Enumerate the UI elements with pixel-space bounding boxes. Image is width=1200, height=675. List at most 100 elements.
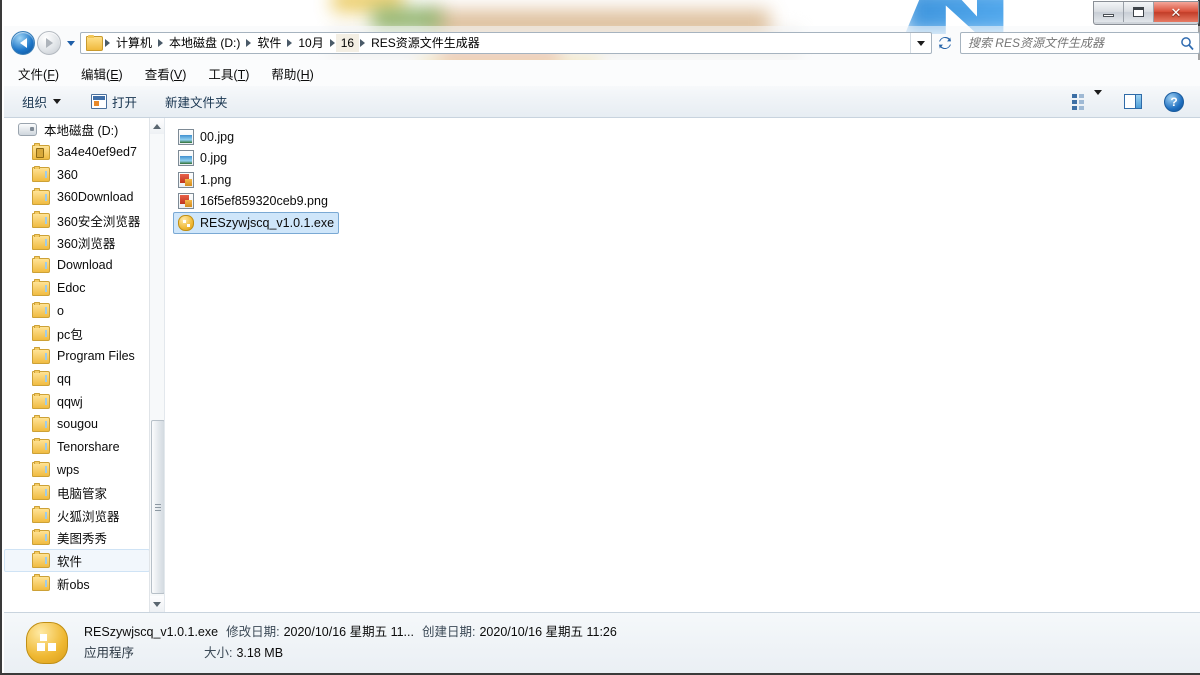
file-name-label: 1.png	[200, 172, 232, 187]
tree-item-qqwj[interactable]: qqwj	[4, 390, 150, 413]
minimize-button[interactable]	[1094, 2, 1124, 22]
tree-item-software[interactable]: 软件	[4, 549, 150, 572]
list-item-selected[interactable]: RESzywjscq_v1.0.1.exe	[173, 212, 340, 234]
details-text: RESzywjscq_v1.0.1.exe 修改日期: 2020/10/16 星…	[84, 622, 617, 663]
preview-pane-button[interactable]	[1124, 94, 1142, 109]
close-button[interactable]: ✕	[1154, 2, 1198, 22]
tree-item-label: 软件	[57, 554, 83, 569]
chevron-down-icon	[53, 99, 62, 104]
tree-item-3a4e40ef9ed7[interactable]: 3a4e40ef9ed7	[4, 141, 150, 164]
tree-item-360[interactable]: 360	[4, 163, 150, 186]
open-button[interactable]: 打开	[91, 92, 137, 111]
menu-edit-accel: E	[110, 67, 119, 82]
tree-item-label: 本地磁盘 (D:)	[44, 123, 119, 138]
tree-item-computer-manager[interactable]: 电脑管家	[4, 481, 150, 504]
address-dropdown-button[interactable]	[910, 33, 931, 53]
list-item[interactable]: 00.jpg	[173, 126, 239, 148]
folder-icon	[32, 279, 50, 296]
breadcrumb-separator-icon[interactable]	[105, 39, 110, 47]
tree-item-tenorshare[interactable]: Tenorshare	[4, 436, 150, 459]
folder-icon	[32, 256, 50, 273]
recent-pages-button[interactable]	[64, 40, 77, 46]
menu-help-accel: H	[300, 67, 310, 82]
file-name-label: 00.jpg	[200, 129, 235, 144]
open-icon	[91, 94, 108, 109]
address-bar-row: 计算机 本地磁盘 (D:) 软件 10月 16 RES资源文件生成器	[4, 26, 1200, 60]
help-glyph: ?	[1170, 94, 1178, 109]
search-icon[interactable]	[1175, 36, 1199, 51]
breadcrumb-item-october[interactable]: 10月	[293, 34, 328, 52]
tree-item-local-disk-d[interactable]: 本地磁盘 (D:)	[4, 118, 150, 141]
folder-icon	[32, 347, 50, 364]
tree-item-program-files[interactable]: Program Files	[4, 345, 150, 368]
forward-button[interactable]	[37, 31, 61, 55]
tree-item-label: 美图秀秀	[57, 532, 108, 547]
title-bar[interactable]: ✕	[2, 0, 1200, 26]
file-list[interactable]: 00.jpg 0.jpg 1.png 16f5ef859320ceb9.png …	[165, 118, 1200, 612]
menu-edit[interactable]: 编辑(E)	[81, 64, 123, 83]
explorer-window: ✕ 计算机 本地磁盘 (D:) 软件 10月 16 RES资源文件生成器 搜索 …	[0, 0, 1200, 675]
help-button[interactable]: ?	[1164, 91, 1184, 112]
breadcrumb-separator-icon[interactable]	[246, 39, 252, 47]
folder-icon	[32, 506, 50, 523]
folder-tree: 本地磁盘 (D:) 3a4e40ef9ed7 360 360Download 3…	[4, 118, 150, 594]
list-item[interactable]: 16f5ef859320ceb9.png	[173, 191, 333, 213]
preview-pane-right	[1135, 95, 1141, 108]
png-image-icon	[178, 171, 194, 188]
menu-help[interactable]: 帮助(H)	[271, 64, 313, 83]
menu-file-label: 文件	[18, 67, 44, 82]
new-folder-button[interactable]: 新建文件夹	[165, 92, 228, 111]
folder-icon	[32, 233, 50, 251]
navigation-pane: 本地磁盘 (D:) 3a4e40ef9ed7 360 360Download 3…	[4, 118, 165, 612]
tree-item-label: 360浏览器	[57, 237, 116, 252]
drive-icon	[18, 122, 37, 136]
tree-item-o[interactable]: o	[4, 300, 150, 323]
breadcrumb-item-res-generator[interactable]: RES资源文件生成器	[366, 34, 485, 52]
navigation-pane-scrollbar[interactable]	[149, 118, 164, 612]
tree-item-sougou[interactable]: sougou	[4, 413, 150, 436]
scroll-down-button[interactable]	[150, 596, 164, 612]
refresh-button[interactable]	[934, 32, 956, 54]
search-box[interactable]	[959, 32, 1200, 54]
menu-view-accel: V	[173, 67, 183, 82]
tree-item-firefox[interactable]: 火狐浏览器	[4, 504, 150, 527]
organize-button[interactable]: 组织	[22, 92, 62, 111]
breadcrumb-item-software[interactable]: 软件	[252, 34, 286, 52]
address-bar[interactable]: 计算机 本地磁盘 (D:) 软件 10月 16 RES资源文件生成器	[80, 32, 932, 54]
tree-item-download[interactable]: Download	[4, 254, 150, 277]
tree-item-edoc[interactable]: Edoc	[4, 277, 150, 300]
breadcrumb-item-16[interactable]: 16	[335, 34, 360, 52]
folder-icon	[32, 551, 50, 568]
scroll-up-button[interactable]	[150, 118, 164, 134]
folder-icon	[32, 324, 50, 342]
menu-file[interactable]: 文件(F)	[18, 64, 59, 83]
view-dropdown-button[interactable]	[1094, 89, 1102, 109]
tree-item-pc-bao[interactable]: pc包	[4, 322, 150, 345]
maximize-button[interactable]	[1124, 2, 1154, 22]
list-item[interactable]: 0.jpg	[173, 148, 232, 170]
tree-item-new-obs[interactable]: 新obs	[4, 572, 150, 595]
tree-item-360-browser[interactable]: 360浏览器	[4, 231, 150, 254]
breadcrumb-separator-icon[interactable]	[329, 39, 335, 47]
details-modified-label: 修改日期:	[226, 625, 280, 640]
tree-item-meitu[interactable]: 美图秀秀	[4, 526, 150, 549]
tree-item-360-safe-browser[interactable]: 360安全浏览器	[4, 209, 150, 232]
close-icon: ✕	[1170, 4, 1182, 20]
list-item[interactable]: 1.png	[173, 169, 236, 191]
breadcrumb-item-drive-d[interactable]: 本地磁盘 (D:)	[164, 34, 245, 52]
tree-item-label: 360	[57, 167, 78, 182]
back-button[interactable]	[11, 31, 35, 55]
breadcrumb-item-computer[interactable]: 计算机	[111, 34, 157, 52]
breadcrumb-separator-icon[interactable]	[158, 39, 164, 47]
menu-view[interactable]: 查看(V)	[145, 64, 187, 83]
tree-item-360download[interactable]: 360Download	[4, 186, 150, 209]
search-input[interactable]	[960, 35, 1175, 51]
menu-tools[interactable]: 工具(T)	[208, 64, 249, 83]
tree-item-wps[interactable]: wps	[4, 458, 150, 481]
breadcrumb-separator-icon[interactable]	[287, 39, 293, 47]
scrollbar-thumb[interactable]	[151, 420, 164, 594]
change-view-button[interactable]	[1072, 93, 1084, 110]
breadcrumb-separator-icon[interactable]	[360, 39, 366, 47]
file-name-label: 0.jpg	[200, 151, 228, 166]
tree-item-qq[interactable]: qq	[4, 368, 150, 391]
